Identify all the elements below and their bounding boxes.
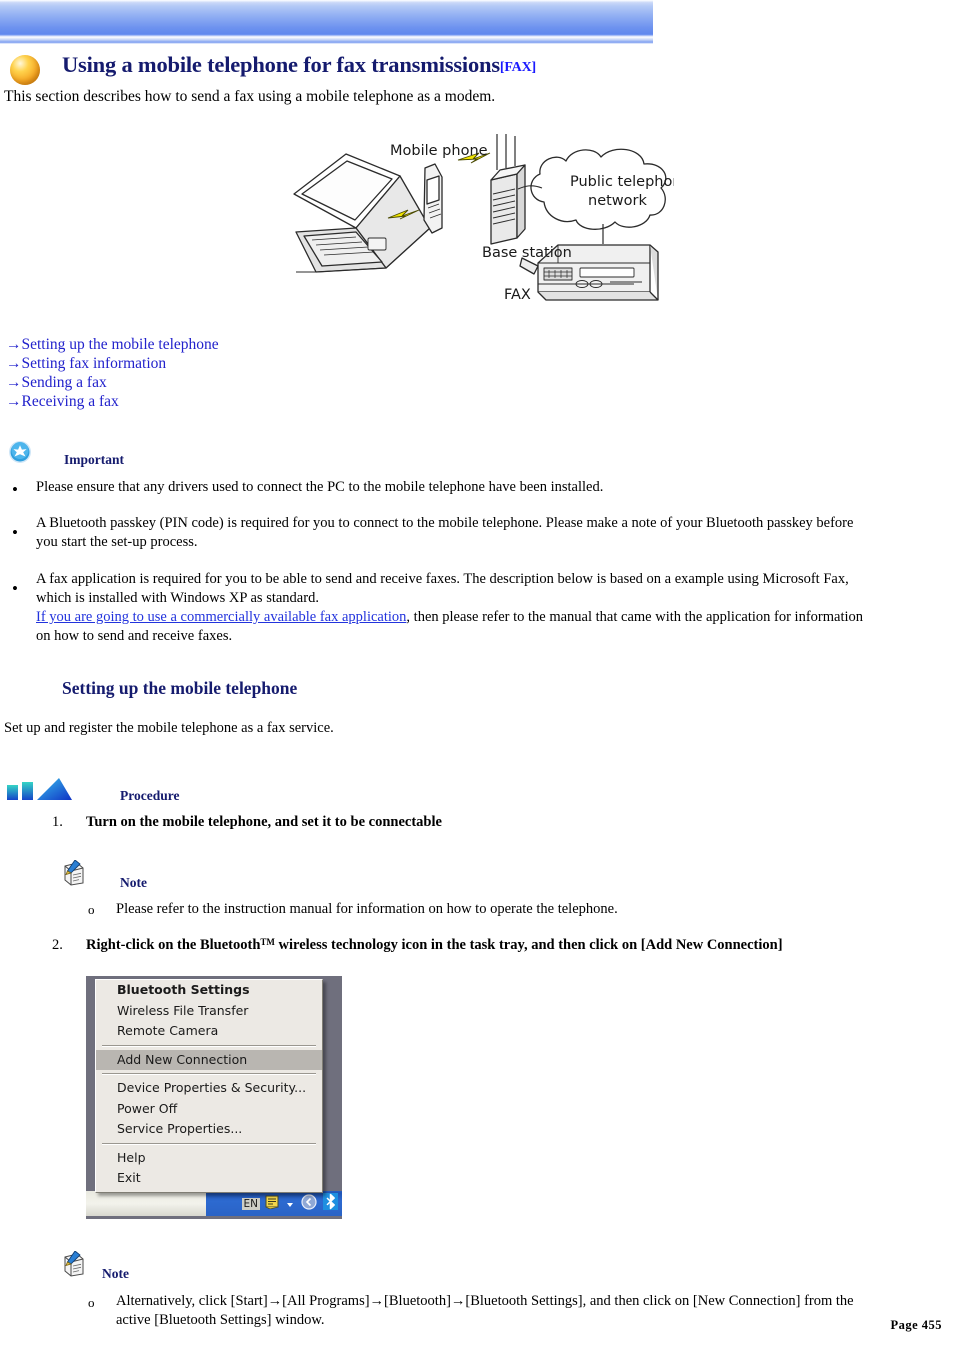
link-label: Setting up the mobile telephone [21,336,219,353]
bullet-marker: • [12,523,18,542]
step-number-2: 2. [52,937,63,953]
menu-item-wireless-file-transfer[interactable]: Wireless File Transfer [96,1001,322,1022]
top-banner [0,0,653,44]
notepad-icon[interactable] [265,1194,279,1213]
trademark-superscript: TM [260,937,275,947]
menu-item-help[interactable]: Help [96,1148,322,1169]
link-sending-a-fax[interactable]: →Sending a fax [6,373,219,392]
menu-separator [102,1142,316,1145]
important-bullet-3-line-1: A fax application is required for you to… [36,571,849,587]
fax-over-mobile-diagram: Mobile phone Base station Public telepho… [282,132,674,318]
important-bullet-2: A Bluetooth passkey (PIN code) is requir… [36,514,948,552]
step-2-before: Right-click on the Bluetooth [86,937,261,953]
page-number: Page 455 [890,1318,942,1332]
note-paper-pencil-icon [62,859,86,886]
important-bullet-3-line-4: on how to send and receive faxes. [36,628,233,644]
blue-star-badge-icon [8,440,32,464]
important-bullet-3: A fax application is required for you to… [36,570,948,646]
important-bullet-3-tail: , then please refer to the manual that c… [406,609,864,625]
tray-language-indicator[interactable]: EN [241,1197,260,1210]
important-bullet-2-line-2: you start the set-up process. [36,534,198,550]
note-2-line-2: active [Bluetooth Settings] window. [116,1312,325,1328]
important-bullet-3-line-3: If you are going to use a commercially a… [36,608,948,627]
menu-item-service-properties[interactable]: Service Properties... [96,1119,322,1140]
figure-label-public-network-2: network [588,193,647,209]
link-commercial-fax-application[interactable]: If you are going to use a commercially a… [36,609,406,625]
step-text-2: Right-click on the BluetoothTM wireless … [86,937,783,954]
step-2-after: wireless technology icon in the task tra… [274,937,783,953]
step-number-1: 1. [52,814,63,830]
context-menu: Bluetooth Settings Wireless File Transfe… [95,979,323,1193]
taskbar-left [86,1191,206,1216]
link-receiving-a-fax[interactable]: →Receiving a fax [6,392,219,411]
note-2-marker: o [88,1295,95,1310]
important-bullet-3-line-2: which is installed with Windows XP as st… [36,590,319,606]
link-setting-fax-information[interactable]: →Setting fax information [6,354,219,373]
figure-label-mobile-phone: Mobile phone [390,143,488,159]
link-label: Receiving a fax [21,393,119,410]
page-title: Using a mobile telephone for fax transmi… [62,52,536,78]
menu-item-add-new-connection[interactable]: Add New Connection [96,1049,322,1070]
menu-item-exit[interactable]: Exit [96,1168,322,1189]
show-hidden-icons-icon[interactable] [301,1193,317,1214]
section-intro-paragraph: Set up and register the mobile telephone… [4,720,334,736]
bluetooth-tray-context-menu-screenshot: EN Bluetooth Settings Wireless File Tran… [86,976,342,1219]
important-bullet-2-line-1: A Bluetooth passkey (PIN code) is requir… [36,515,854,531]
procedure-heading: Procedure [120,788,180,803]
arrow-icon: → [6,355,22,372]
menu-item-bluetooth-settings[interactable]: Bluetooth Settings [96,980,322,1001]
link-label: Sending a fax [21,374,107,391]
note-1-heading: Note [120,875,147,890]
menu-item-power-off[interactable]: Power Off [96,1099,322,1120]
note-1-marker: o [88,902,95,917]
page-title-row: Using a mobile telephone for fax transmi… [0,52,954,86]
menu-separator [102,1073,316,1075]
blue-triangle-procedure-icon [6,776,74,804]
menu-separator [102,1044,316,1047]
system-tray: EN [206,1191,342,1216]
note-1-text: Please refer to the instruction manual f… [116,901,618,917]
arrow-icon: → [6,336,22,353]
link-label: Setting fax information [21,355,167,372]
note-2-heading: Note [102,1266,129,1281]
link-setting-up-the-mobile-telephone[interactable]: →Setting up the mobile telephone [6,335,219,354]
note-paper-pencil-icon [62,1250,86,1277]
page-title-text: Using a mobile telephone for fax transmi… [62,52,500,77]
bluetooth-icon[interactable] [323,1193,338,1214]
figure-label-base-station: Base station [482,245,572,261]
menu-item-device-properties-and-security[interactable]: Device Properties & Security... [96,1078,322,1099]
page-title-tag: [FAX] [499,60,536,75]
arrow-icon: → [6,393,22,410]
step-text-1: Turn on the mobile telephone, and set it… [86,814,442,830]
note-2-line-1: Alternatively, click [Start]→[All Progra… [116,1293,854,1309]
bullet-marker: • [12,480,18,499]
menu-item-remote-camera[interactable]: Remote Camera [96,1021,322,1042]
important-heading: Important [64,452,124,467]
intro-paragraph: This section describes how to send a fax… [4,88,496,105]
orange-sphere-icon [10,55,40,85]
chevron-down-icon[interactable] [285,1194,295,1213]
bullet-marker: • [12,579,18,598]
important-bullet-1: Please ensure that any drivers used to c… [36,479,604,495]
note-2-text: Alternatively, click [Start]→[All Progra… [116,1292,946,1330]
section-link-list: →Setting up the mobile telephone →Settin… [6,335,219,411]
arrow-icon: → [6,374,22,391]
figure-label-public-network-1: Public telephone [570,174,674,190]
figure-label-fax: FAX [504,287,531,303]
section-heading-setting-up: Setting up the mobile telephone [62,678,298,698]
